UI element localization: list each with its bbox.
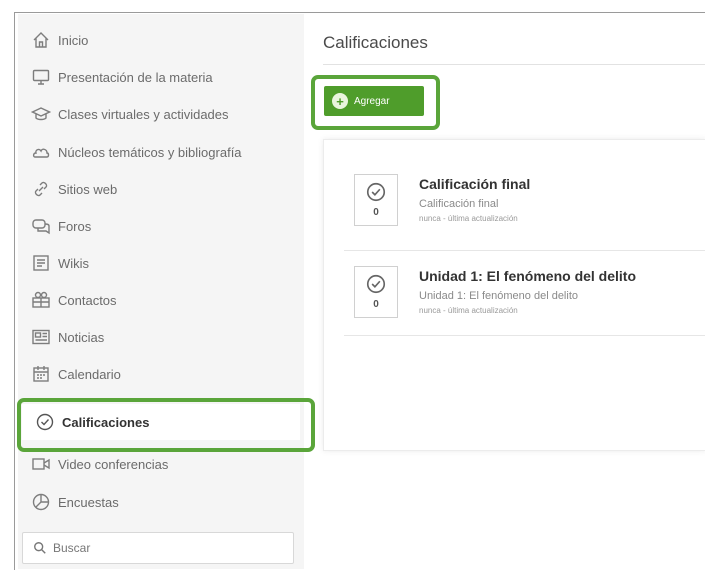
add-button-label: Agregar bbox=[354, 95, 390, 107]
sidebar-item-foros[interactable]: Foros bbox=[18, 208, 304, 244]
grades-panel: 0 Calificación final Calificación final … bbox=[323, 139, 705, 451]
sidebar-item-label: Presentación de la materia bbox=[58, 69, 213, 85]
home-icon bbox=[30, 29, 52, 51]
check-circle-icon bbox=[366, 182, 386, 202]
item-divider bbox=[344, 335, 705, 336]
sidebar-item-nucleos[interactable]: Núcleos temáticos y bibliografía bbox=[18, 134, 304, 170]
grade-meta: nunca - última actualización bbox=[419, 306, 518, 315]
sidebar: Inicio Presentación de la materia Clases… bbox=[18, 14, 304, 569]
sidebar-item-label: Foros bbox=[58, 218, 92, 234]
grade-item[interactable]: 0 Unidad 1: El fenómeno del delito Unida… bbox=[344, 254, 705, 329]
sidebar-item-calendario[interactable]: Calendario bbox=[18, 356, 304, 392]
chat-icon bbox=[30, 215, 52, 237]
sidebar-item-label: Video conferencias bbox=[58, 456, 169, 472]
sidebar-item-label: Calendario bbox=[58, 366, 121, 382]
grade-subtitle: Unidad 1: El fenómeno del delito bbox=[419, 290, 578, 302]
check-circle-icon bbox=[366, 274, 386, 294]
sidebar-item-contactos[interactable]: Contactos bbox=[18, 282, 304, 318]
grade-count: 0 bbox=[373, 299, 379, 310]
grade-item[interactable]: 0 Calificación final Calificación final … bbox=[344, 162, 705, 237]
grade-badge: 0 bbox=[354, 174, 398, 226]
sidebar-item-noticias[interactable]: Noticias bbox=[18, 319, 304, 355]
sidebar-item-encuestas[interactable]: Encuestas bbox=[18, 484, 304, 520]
sidebar-item-label: Contactos bbox=[58, 292, 117, 308]
title-divider bbox=[323, 64, 705, 65]
sidebar-item-label: Clases virtuales y actividades bbox=[58, 106, 229, 122]
sidebar-item-label: Calificaciones bbox=[62, 414, 150, 430]
grade-subtitle: Calificación final bbox=[419, 198, 499, 210]
calendar-icon bbox=[30, 363, 52, 385]
sidebar-item-video-conferencias[interactable]: Video conferencias bbox=[18, 446, 304, 482]
search-input[interactable]: Buscar bbox=[22, 532, 294, 564]
check-circle-icon bbox=[34, 411, 56, 433]
monitor-icon bbox=[30, 66, 52, 88]
grade-badge: 0 bbox=[354, 266, 398, 318]
sidebar-item-label: Wikis bbox=[58, 255, 90, 271]
search-icon bbox=[34, 542, 46, 554]
sidebar-item-label: Inicio bbox=[58, 32, 89, 48]
link-icon bbox=[30, 178, 52, 200]
sidebar-item-sitios-web[interactable]: Sitios web bbox=[18, 171, 304, 207]
sidebar-item-label: Encuestas bbox=[58, 494, 119, 510]
news-icon bbox=[30, 326, 52, 348]
sidebar-item-calificaciones[interactable]: Calificaciones bbox=[22, 404, 300, 440]
contacts-icon bbox=[30, 289, 52, 311]
sidebar-item-inicio[interactable]: Inicio bbox=[18, 22, 304, 58]
item-divider bbox=[344, 250, 705, 251]
plus-icon: + bbox=[332, 93, 348, 109]
cloud-icon bbox=[30, 141, 52, 163]
grade-title[interactable]: Unidad 1: El fenómeno del delito bbox=[419, 268, 636, 284]
sidebar-item-label: Sitios web bbox=[58, 181, 118, 197]
sidebar-item-label: Noticias bbox=[58, 329, 105, 345]
sidebar-item-clases[interactable]: Clases virtuales y actividades bbox=[18, 96, 304, 132]
sidebar-item-wikis[interactable]: Wikis bbox=[18, 245, 304, 281]
add-button[interactable]: + Agregar bbox=[324, 86, 424, 116]
search-placeholder: Buscar bbox=[53, 541, 91, 555]
wiki-icon bbox=[30, 252, 52, 274]
grade-title[interactable]: Calificación final bbox=[419, 176, 530, 192]
page-title: Calificaciones bbox=[323, 33, 428, 52]
sidebar-item-label: Núcleos temáticos y bibliografía bbox=[58, 144, 242, 160]
video-icon bbox=[30, 453, 52, 475]
sidebar-item-presentacion[interactable]: Presentación de la materia bbox=[18, 59, 304, 95]
graduation-cap-icon bbox=[30, 103, 52, 125]
grade-meta: nunca - última actualización bbox=[419, 214, 518, 223]
poll-icon bbox=[30, 491, 52, 513]
grade-count: 0 bbox=[373, 207, 379, 218]
